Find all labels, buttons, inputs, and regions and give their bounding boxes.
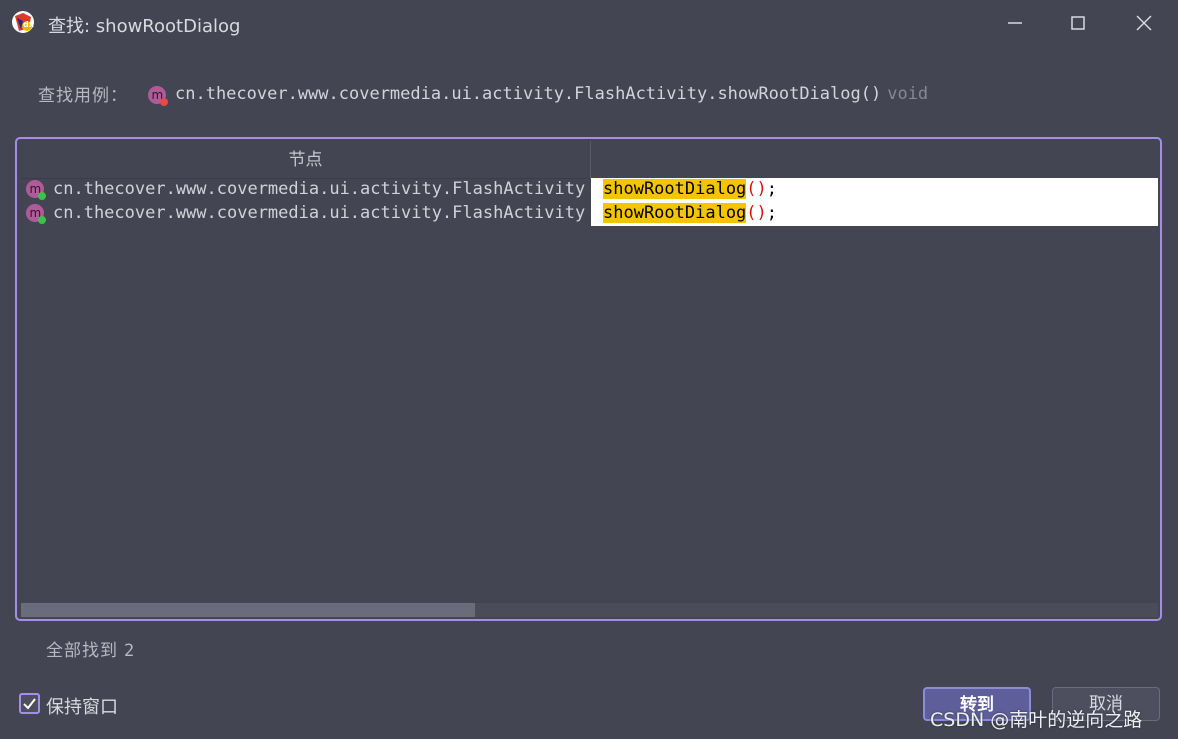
svg-text:dx: dx: [23, 20, 35, 29]
minimize-icon[interactable]: [1000, 8, 1030, 38]
method-public-icon: m: [26, 204, 46, 224]
found-label: 全部找到: [46, 641, 118, 661]
title-bar: dx 查找: showRootDialog: [0, 0, 1178, 46]
row-node-text: cn.thecover.www.covermedia.ui.activity.F…: [53, 203, 586, 223]
method-signature: cn.thecover.www.covermedia.ui.activity.F…: [175, 84, 928, 104]
found-status: 全部找到 2: [46, 636, 135, 661]
horizontal-scrollbar[interactable]: [21, 603, 1158, 617]
column-header-node[interactable]: 节点: [21, 141, 591, 179]
scrollbar-thumb[interactable]: [21, 603, 475, 617]
table-row[interactable]: m cn.thecover.www.covermedia.ui.activity…: [21, 178, 1158, 202]
row-node-text: cn.thecover.www.covermedia.ui.activity.F…: [53, 179, 586, 199]
row-code-snippet: showRootDialog();: [591, 178, 1158, 202]
method-return-type: void: [887, 84, 929, 104]
row-code-snippet: showRootDialog();: [591, 202, 1158, 226]
table-row[interactable]: m cn.thecover.www.covermedia.ui.activity…: [21, 202, 1158, 226]
method-private-icon: m: [148, 86, 168, 106]
maximize-icon[interactable]: [1063, 8, 1093, 38]
code-match-highlight: showRootDialog: [603, 179, 747, 199]
window-title: 查找: showRootDialog: [48, 16, 241, 37]
method-public-icon: m: [26, 180, 46, 200]
found-count: 2: [124, 641, 136, 661]
csdn-watermark: CSDN @南叶的逆向之路: [930, 709, 1143, 731]
method-signature-text: cn.thecover.www.covermedia.ui.activity.F…: [175, 84, 882, 104]
close-icon[interactable]: [1129, 8, 1159, 38]
find-usage-label: 查找用例：: [38, 86, 128, 106]
keep-window-label[interactable]: 保持窗口: [46, 693, 118, 719]
code-match-highlight: showRootDialog: [603, 203, 747, 223]
results-table[interactable]: 节点 m cn.thecover.www.covermedia.ui.activ…: [15, 137, 1162, 621]
code-semicolon: ;: [766, 203, 778, 223]
code-parens: (): [746, 203, 767, 223]
code-semicolon: ;: [766, 179, 778, 199]
jadx-app-icon: dx: [12, 11, 35, 33]
table-header: 节点: [21, 141, 1158, 179]
keep-window-checkbox[interactable]: [19, 693, 40, 714]
code-parens: (): [746, 179, 767, 199]
checkmark-icon: [23, 698, 36, 710]
